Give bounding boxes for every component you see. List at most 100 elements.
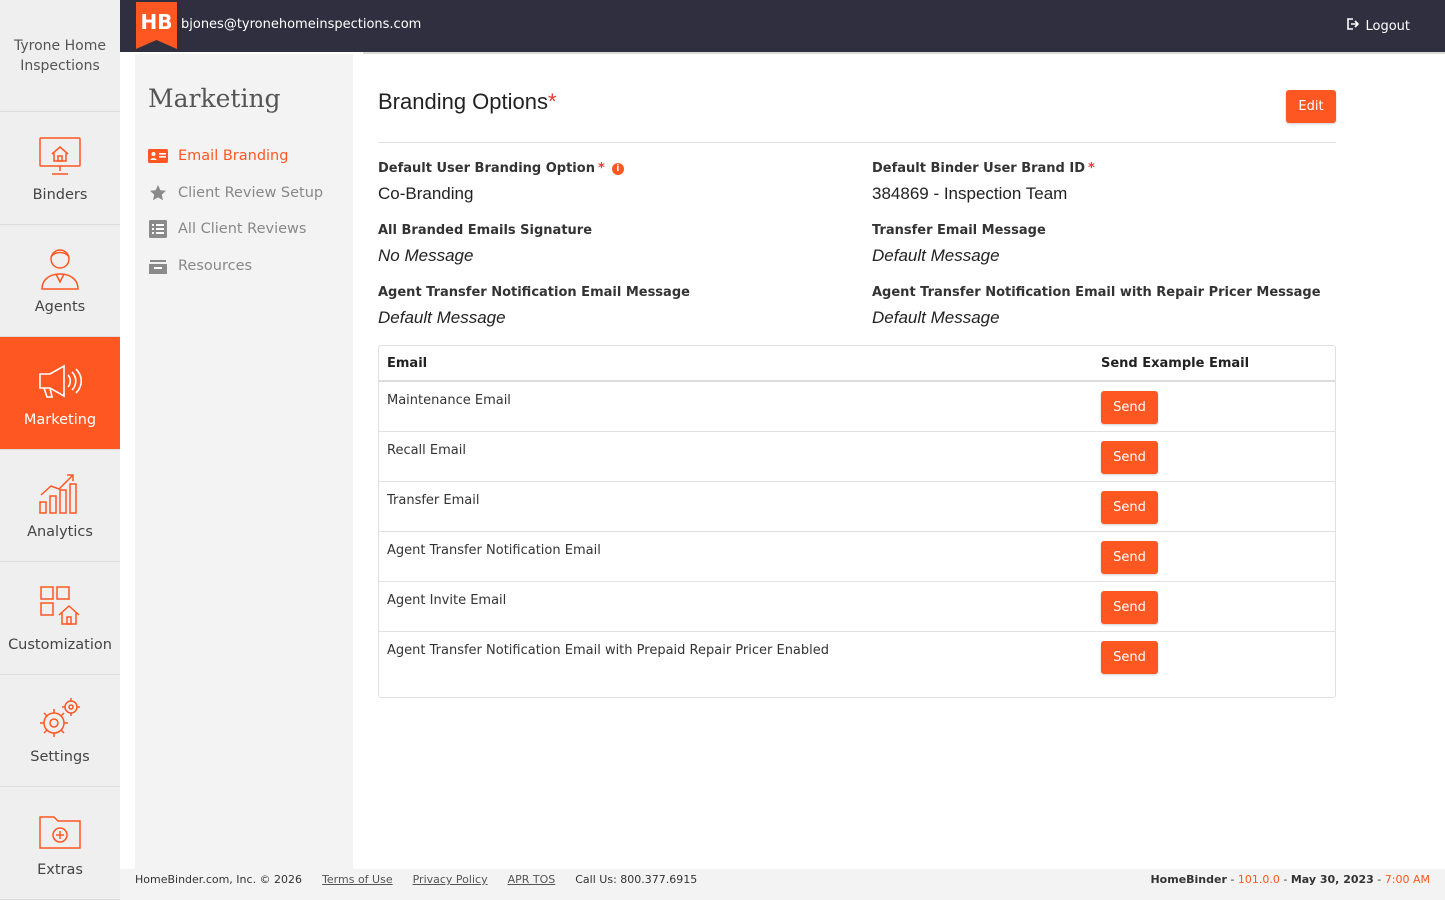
table-row: Recall Email Send (379, 432, 1335, 482)
rail-label: Binders (32, 186, 88, 203)
table-row: Agent Invite Email Send (379, 582, 1335, 632)
footer-phone: Call Us: 800.377.6915 (575, 873, 698, 886)
send-button[interactable]: Send (1101, 541, 1158, 574)
footer-link-terms[interactable]: Terms of Use (322, 873, 393, 886)
folder-plus-icon (37, 808, 83, 854)
edit-button[interactable]: Edit (1286, 90, 1336, 123)
homebinder-logo[interactable]: HB (136, 2, 177, 49)
megaphone-icon (37, 358, 83, 404)
marketing-subnav: Marketing Email Branding Client Review S… (135, 54, 353, 869)
send-button[interactable]: Send (1101, 591, 1158, 624)
field-value: Default Message (378, 308, 506, 327)
user-email: bjones@tyronehomeinspections.com (181, 17, 422, 32)
email-table: Email Send Example Email Maintenance Ema… (378, 345, 1336, 698)
footer-version: 101.0.0 (1237, 873, 1280, 886)
footer-date: May 30, 2023 (1290, 873, 1374, 886)
table-row: Maintenance Email Send (379, 382, 1335, 432)
email-name: Agent Transfer Notification Email (387, 543, 601, 558)
info-icon[interactable]: i (611, 162, 624, 175)
email-name: Maintenance Email (387, 393, 511, 408)
logout-button[interactable]: Logout (1345, 17, 1410, 35)
subnav-label: Client Review Setup (178, 184, 324, 201)
rail-item-analytics[interactable]: Analytics (0, 450, 120, 562)
company-name: Tyrone Home Inspections (0, 0, 120, 112)
field-label: Default Binder User Brand ID (872, 161, 1086, 176)
email-name: Transfer Email (387, 493, 480, 508)
gears-icon (37, 695, 83, 741)
table-row: Transfer Email Send (379, 482, 1335, 532)
rail-label: Marketing (23, 411, 97, 428)
field-value: Default Message (872, 308, 1000, 327)
field-agent-transfer-message: Agent Transfer Notification Email Messag… (378, 285, 690, 328)
email-name: Recall Email (387, 443, 466, 458)
logout-icon (1345, 17, 1360, 35)
subnav-label: Resources (178, 257, 253, 274)
field-branded-signature: All Branded Emails Signature No Message (378, 223, 592, 266)
bar-chart-icon (37, 470, 83, 516)
subnav-title: Marketing (148, 84, 281, 113)
email-name: Agent Transfer Notification Email with P… (387, 643, 830, 658)
field-value: No Message (378, 246, 474, 265)
footer-link-privacy[interactable]: Privacy Policy (413, 873, 488, 886)
footer-copyright: HomeBinder.com, Inc. © 2026 (135, 873, 303, 886)
agent-person-icon (37, 245, 83, 291)
field-default-user-branding: Default User Branding Option * i Co-Brandi… (378, 161, 624, 204)
subnav-item-resources[interactable]: Resources (148, 248, 323, 285)
subnav-label: Email Branding (178, 148, 289, 165)
footer: HomeBinder.com, Inc. © 2026 Terms of Use… (120, 869, 1445, 900)
field-value: 384869 - Inspection Team (872, 184, 1068, 203)
rail-label: Agents (34, 299, 86, 316)
table-header: Email Send Example Email (379, 346, 1335, 382)
field-label: All Branded Emails Signature (378, 223, 593, 238)
field-label: Agent Transfer Notification Email Messag… (378, 285, 690, 300)
rail-item-binders[interactable]: Binders (0, 112, 120, 225)
field-label: Transfer Email Message (872, 223, 1046, 238)
table-row: Agent Transfer Notification Email Send (379, 532, 1335, 582)
rail-label: Analytics (27, 524, 93, 541)
field-value: Co-Branding (378, 184, 474, 203)
top-bar: HB bjones@tyronehomeinspections.com Logo… (120, 0, 1445, 52)
footer-link-apr-tos[interactable]: APR TOS (508, 873, 556, 886)
rail-item-agents[interactable]: Agents (0, 225, 120, 337)
send-button[interactable]: Send (1101, 491, 1158, 524)
rail-item-marketing[interactable]: Marketing (0, 337, 120, 450)
subnav-item-all-client-reviews[interactable]: All Client Reviews (148, 211, 323, 248)
field-transfer-message: Transfer Email Message Default Message (872, 223, 1046, 266)
rail-label: Customization (8, 636, 112, 653)
field-agent-transfer-repair-message: Agent Transfer Notification Email with R… (872, 285, 1321, 328)
email-name: Agent Invite Email (387, 593, 507, 608)
rail-item-settings[interactable]: Settings (0, 675, 120, 787)
field-value: Default Message (872, 246, 1000, 265)
page-title: Branding Options* (378, 89, 557, 114)
subnav-label: All Client Reviews (178, 221, 307, 238)
id-card-icon (148, 147, 168, 165)
column-header-send: Send Example Email (1101, 355, 1250, 371)
required-mark: * (548, 89, 557, 114)
rail-item-extras[interactable]: Extras (0, 787, 120, 900)
footer-brand: HomeBinder (1150, 873, 1227, 886)
field-label: Default User Branding Option (378, 161, 595, 176)
field-label: Agent Transfer Notification Email with R… (872, 285, 1321, 300)
rail-label: Extras (37, 861, 83, 878)
column-header-email: Email (387, 355, 428, 371)
subnav-item-email-branding[interactable]: Email Branding (148, 138, 323, 175)
send-button[interactable]: Send (1101, 641, 1158, 674)
title-divider (378, 142, 1336, 143)
star-icon (148, 184, 168, 202)
field-default-binder-brand: Default Binder User Brand ID * 384869 - I… (872, 161, 1095, 203)
footer-version-info: HomeBinder - 101.0.0 - May 30, 2023 - 7:… (1150, 873, 1430, 886)
left-rail: Tyrone Home Inspections Binders Agents M… (0, 0, 120, 900)
logout-label: Logout (1365, 18, 1410, 34)
footer-time: 7:00 AM (1384, 873, 1430, 886)
subnav-item-client-review-setup[interactable]: Client Review Setup (148, 175, 323, 212)
rail-label: Settings (30, 749, 90, 766)
rail-item-customization[interactable]: Customization (0, 562, 120, 675)
send-button[interactable]: Send (1101, 441, 1158, 474)
house-monitor-icon (37, 133, 83, 179)
send-button[interactable]: Send (1101, 391, 1158, 424)
table-row: Agent Transfer Notification Email with P… (379, 632, 1335, 695)
customization-grid-icon (37, 583, 83, 629)
topbar-divider (363, 52, 1445, 54)
list-icon (148, 220, 168, 239)
logo-text: HB (141, 10, 173, 34)
